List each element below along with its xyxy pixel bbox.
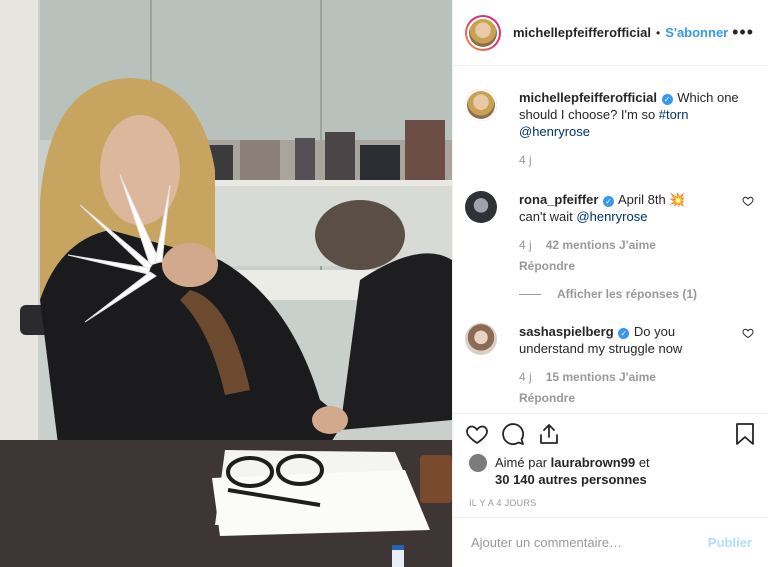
photo-illustration (0, 0, 452, 567)
comment-time[interactable]: 4 j (519, 370, 532, 384)
likes-others-count[interactable]: 30 140 autres personnes (495, 472, 647, 487)
comment-time[interactable]: 4 j (519, 238, 532, 252)
more-options-icon[interactable]: ••• (732, 22, 754, 43)
comments-section[interactable]: michellepfeifferofficial ✓ Which one sho… (453, 67, 768, 411)
likes-text: Aimé par laurabrown99 et 30 140 autres p… (495, 454, 650, 488)
liker-username[interactable]: laurabrown99 (551, 455, 636, 470)
caption-body: michellepfeifferofficial ✓ Which one sho… (519, 89, 750, 169)
likes-prefix: Aimé par (495, 455, 548, 470)
comment-username[interactable]: rona_pfeiffer (519, 192, 598, 207)
view-replies-label[interactable]: Afficher les réponses (1) (557, 287, 697, 301)
thread-line (519, 293, 541, 295)
likes-connector: et (638, 455, 650, 470)
comment-username[interactable]: sashaspielberg (519, 324, 614, 339)
author-avatar[interactable] (465, 14, 501, 51)
like-heart-icon[interactable] (465, 422, 489, 446)
share-icon[interactable] (537, 422, 561, 446)
comment-bubble-icon[interactable] (501, 422, 525, 446)
comment-body: sashaspielberg ✓ Do you understand my st… (519, 323, 732, 407)
post-photo[interactable] (0, 0, 452, 567)
post-header: michellepfeifferofficial • S'abonner ••• (453, 0, 768, 66)
comment-avatar[interactable] (465, 191, 497, 223)
comment-likes[interactable]: 42 mentions J'aime (546, 238, 656, 252)
caption-avatar-image (467, 91, 495, 119)
caption-mention[interactable]: @henryrose (519, 124, 590, 139)
caption-time[interactable]: 4 j (519, 152, 750, 169)
post-side-panel: michellepfeifferofficial • S'abonner •••… (452, 0, 768, 567)
comment-like-heart-icon[interactable] (742, 195, 754, 207)
comment-emoji: 💥 (669, 192, 686, 207)
reply-button[interactable]: Répondre (519, 258, 732, 275)
add-comment-bar: Publier (453, 517, 768, 567)
add-comment-input[interactable] (469, 534, 708, 551)
verified-badge-icon: ✓ (603, 196, 615, 207)
comment-likes[interactable]: 15 mentions J'aime (546, 370, 656, 384)
reply-button[interactable]: Répondre (519, 390, 732, 407)
follow-button[interactable]: S'abonner (665, 25, 728, 40)
comment-like-heart-icon[interactable] (742, 327, 754, 339)
caption-avatar[interactable] (465, 89, 497, 121)
comment-meta: 4 j 42 mentions J'aime (519, 237, 732, 254)
instagram-post: michellepfeifferofficial • S'abonner •••… (0, 0, 768, 567)
comment-text-2: can't wait (519, 209, 573, 224)
publish-button[interactable]: Publier (708, 535, 752, 550)
verified-badge-icon: ✓ (618, 328, 630, 339)
comment-text: April 8th (618, 192, 666, 207)
comment-avatar[interactable] (465, 323, 497, 355)
comment-body: rona_pfeiffer ✓ April 8th 💥 can't wait @… (519, 191, 732, 275)
separator-dot: • (655, 25, 661, 40)
liker-avatar[interactable] (469, 454, 487, 472)
likes-summary: Aimé par laurabrown99 et 30 140 autres p… (453, 454, 768, 488)
verified-badge-icon: ✓ (661, 94, 673, 105)
comment-mention[interactable]: @henryrose (576, 209, 647, 224)
caption-hashtag[interactable]: #torn (659, 107, 689, 122)
view-replies-button[interactable]: Afficher les réponses (1) (519, 287, 697, 301)
caption-username[interactable]: michellepfeifferofficial (519, 90, 657, 105)
bookmark-icon[interactable] (734, 422, 756, 446)
action-icons-row (453, 414, 768, 454)
author-avatar-image (469, 18, 497, 47)
comment-meta: 4 j 15 mentions J'aime (519, 369, 732, 386)
post-actions: Aimé par laurabrown99 et 30 140 autres p… (453, 413, 768, 508)
author-username[interactable]: michellepfeifferofficial (513, 25, 651, 40)
post-timestamp[interactable]: IL Y A 4 JOURS (453, 498, 768, 508)
